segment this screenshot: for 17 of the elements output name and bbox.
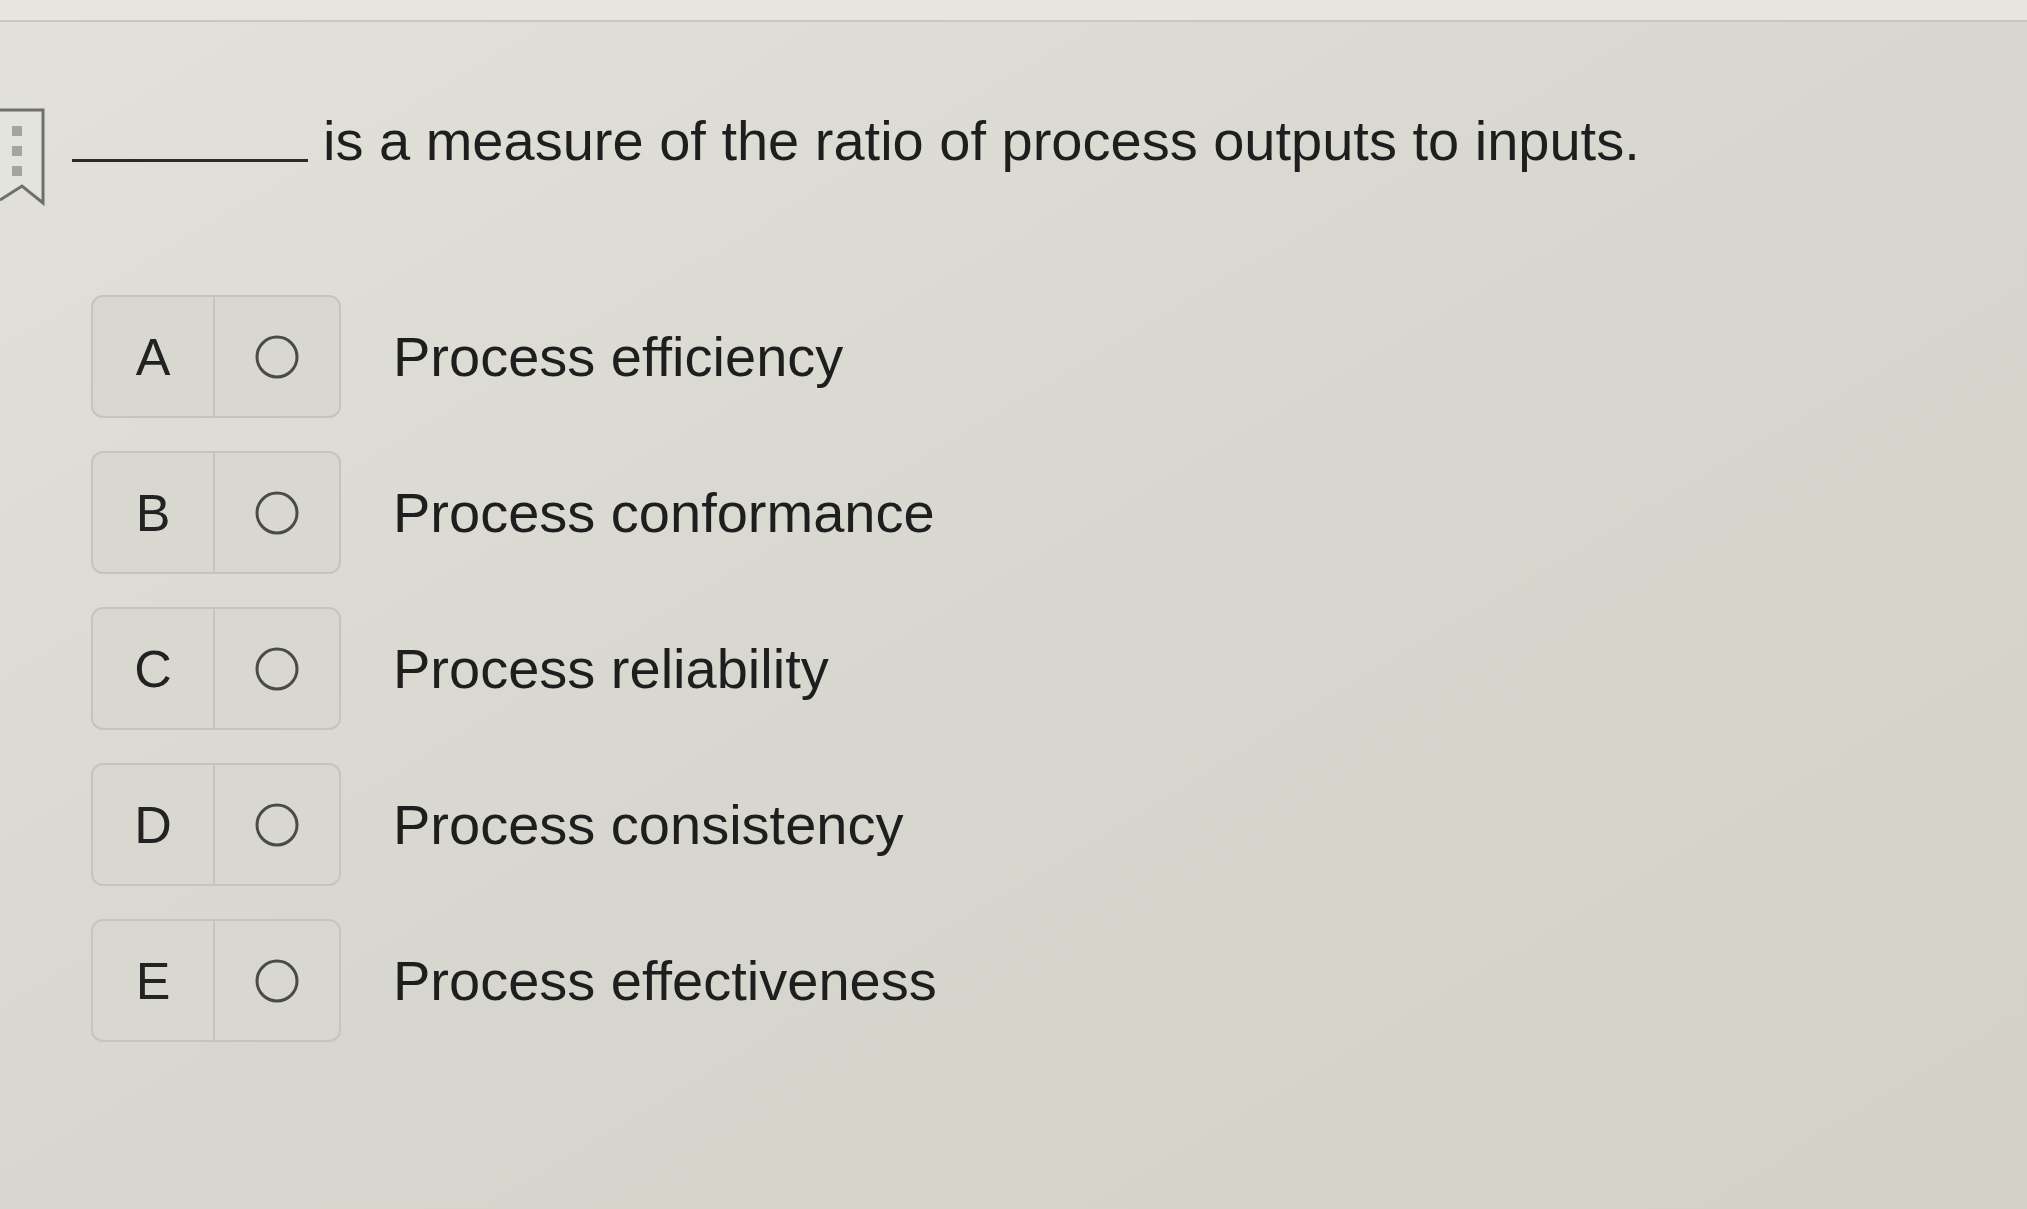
- choice-button[interactable]: C: [91, 607, 341, 730]
- option-label: Process consistency: [393, 791, 904, 858]
- option-label: Process reliability: [393, 635, 829, 702]
- option-label: Process conformance: [393, 479, 935, 546]
- radio-icon[interactable]: [255, 958, 299, 1003]
- choice-button[interactable]: B: [91, 451, 341, 574]
- choice-button[interactable]: A: [91, 295, 341, 418]
- choice-button[interactable]: E: [91, 919, 341, 1042]
- option-label: Process efficiency: [393, 323, 844, 390]
- question-text: is a measure of the ratio of process outputs to inputs.: [323, 108, 1640, 174]
- option-label: Process effectiveness: [393, 947, 937, 1014]
- choice-button[interactable]: D: [91, 763, 341, 886]
- radio-icon[interactable]: [255, 490, 299, 535]
- bookmark-icon[interactable]: [0, 108, 46, 206]
- radio-icon[interactable]: [255, 646, 299, 691]
- radio-icon[interactable]: [255, 334, 299, 379]
- radio-icon[interactable]: [255, 802, 299, 847]
